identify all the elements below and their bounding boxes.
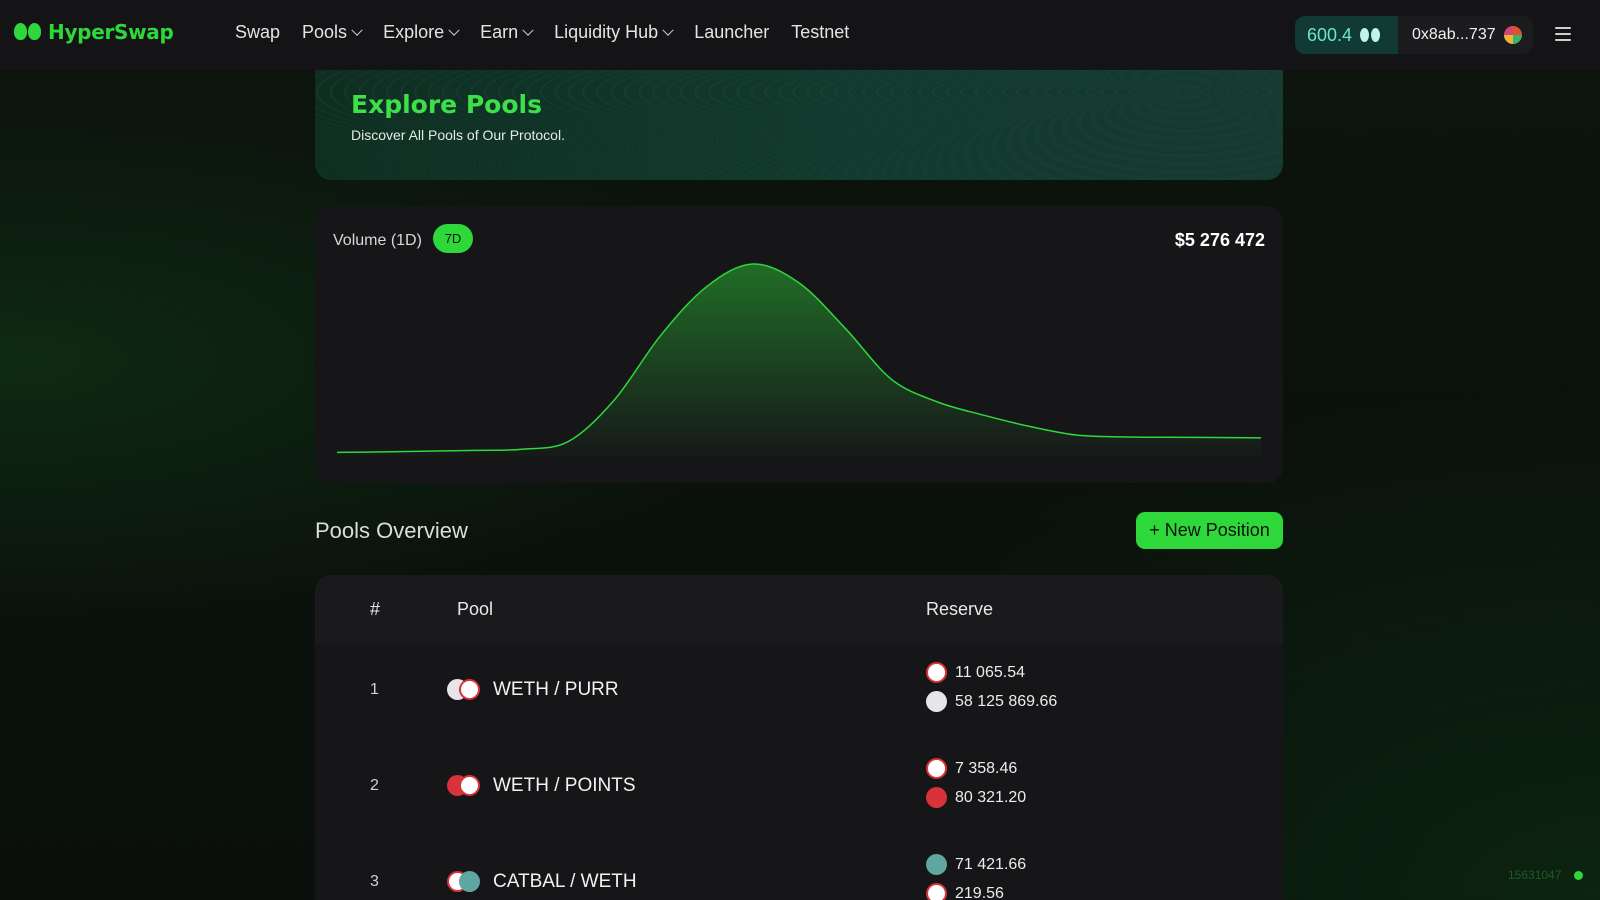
table-row[interactable]: 2 WETH / POINTS 7 358.46 80 321.20 — [315, 739, 1283, 835]
pool-reserves: 7 358.46 80 321.20 — [926, 754, 1026, 812]
reserve-amount: 80 321.20 — [955, 788, 1027, 806]
nav-earn[interactable]: Earn — [480, 22, 534, 43]
table-row[interactable]: 3 CATBAL / WETH 71 421.66 219.56 — [315, 835, 1283, 900]
brand-logo[interactable]: HyperSwap — [14, 20, 174, 44]
nav-pools[interactable]: Pools — [302, 22, 363, 43]
nav-swap[interactable]: Swap — [235, 22, 280, 43]
hyperswap-logo-icon — [14, 21, 42, 43]
column-header-reserve[interactable]: Reserve — [926, 599, 993, 620]
balance-value: 600.4 — [1307, 24, 1353, 45]
reserve-amount: 11 065.54 — [955, 663, 1025, 681]
nav-liquidity-hub-label: Liquidity Hub — [554, 22, 659, 42]
hamburger-menu-icon[interactable] — [1555, 27, 1571, 41]
new-position-button[interactable]: + New Position — [1136, 512, 1283, 549]
pool-pair-name[interactable]: WETH / PURR — [493, 679, 619, 701]
points-token-icon — [926, 787, 947, 808]
pool-pair-icons — [447, 871, 481, 893]
weth-token-icon — [459, 679, 480, 700]
wallet-button[interactable]: 0x8ab...737 — [1398, 16, 1533, 54]
nav-liquidity-hub[interactable]: Liquidity Hub — [554, 22, 674, 43]
pools-overview-heading: Pools Overview — [315, 518, 468, 543]
chevron-down-icon — [522, 24, 534, 36]
pool-reserves: 71 421.66 219.56 — [926, 850, 1026, 900]
pool-rank: 3 — [370, 873, 379, 890]
volume-chart-card: Volume (1D) 7D $5 276 472 — [315, 206, 1283, 483]
weth-token-icon — [926, 883, 947, 900]
pool-pair-icons — [447, 775, 481, 797]
nav-pools-label: Pools — [302, 22, 348, 42]
pool-rank: 1 — [370, 681, 379, 698]
pool-rank: 2 — [370, 777, 379, 794]
wallet-address: 0x8ab...737 — [1412, 26, 1496, 43]
wallet-avatar — [1503, 26, 1522, 44]
nav-launcher-label: Launcher — [694, 22, 770, 42]
catbal-token-icon — [459, 871, 480, 892]
table-header: # Pool Reserve — [315, 575, 1283, 643]
reserve-line: 11 065.54 — [926, 658, 1057, 687]
reserve-line: 71 421.66 — [926, 850, 1026, 879]
nav-explore-label: Explore — [383, 22, 445, 42]
page-subtitle: Discover All Pools of Our Protocol. — [351, 127, 565, 143]
pool-reserves: 11 065.54 58 125 869.66 — [926, 658, 1057, 716]
reserve-line: 219.56 — [926, 879, 1026, 900]
main-nav: Swap Pools Explore Earn Liquidity Hub La… — [235, 22, 871, 43]
weth-token-icon — [926, 662, 947, 683]
weth-token-icon — [459, 775, 480, 796]
reserve-line: 58 125 869.66 — [926, 687, 1057, 716]
reserve-amount: 219.56 — [955, 884, 1004, 900]
top-navigation-bar: HyperSwap Swap Pools Explore Earn Liquid… — [0, 0, 1600, 70]
range-7d-button[interactable]: 7D — [433, 224, 473, 253]
table-row[interactable]: 1 WETH / PURR 11 065.54 58 125 869.66 — [315, 643, 1283, 739]
hype-balance[interactable]: 600.4 — [1295, 16, 1398, 54]
nav-explore[interactable]: Explore — [383, 22, 460, 43]
page-title: Explore Pools — [351, 90, 542, 119]
chevron-down-icon — [662, 24, 674, 36]
nav-swap-label: Swap — [235, 22, 281, 42]
purr-token-icon — [926, 691, 947, 712]
pools-table: # Pool Reserve 1 WETH / PURR 11 065.54 58 1… — [315, 575, 1283, 900]
network-status-indicator — [1574, 871, 1583, 880]
column-header-rank[interactable]: # — [370, 599, 380, 620]
catbal-token-icon — [926, 854, 947, 875]
volume-total: $5 276 472 — [1174, 230, 1265, 250]
nav-launcher[interactable]: Launcher — [694, 22, 769, 43]
nav-earn-label: Earn — [480, 22, 519, 42]
pool-pair-icons — [447, 679, 481, 701]
pool-pair-name[interactable]: WETH / POINTS — [493, 775, 636, 797]
chevron-down-icon — [448, 24, 460, 36]
hyperliquid-token-icon — [1360, 28, 1381, 42]
brand-name: HyperSwap — [48, 20, 174, 44]
nav-testnet-label: Testnet — [791, 22, 850, 42]
reserve-amount: 58 125 869.66 — [955, 692, 1058, 710]
block-number: 15631047 — [1508, 868, 1562, 882]
chevron-down-icon — [351, 24, 363, 36]
reserve-amount: 71 421.66 — [955, 855, 1027, 873]
pool-pair-name[interactable]: CATBAL / WETH — [493, 871, 637, 893]
column-header-pool[interactable]: Pool — [457, 599, 493, 620]
reserve-line: 80 321.20 — [926, 783, 1026, 812]
explore-pools-banner: Explore Pools Discover All Pools of Our … — [315, 70, 1283, 180]
volume-area-fill — [337, 263, 1261, 463]
reserve-amount: 7 358.46 — [955, 759, 1018, 777]
reserve-line: 7 358.46 — [926, 754, 1026, 783]
nav-testnet[interactable]: Testnet — [791, 22, 849, 43]
weth-token-icon — [926, 758, 947, 779]
volume-label: Volume (1D) — [333, 232, 422, 249]
